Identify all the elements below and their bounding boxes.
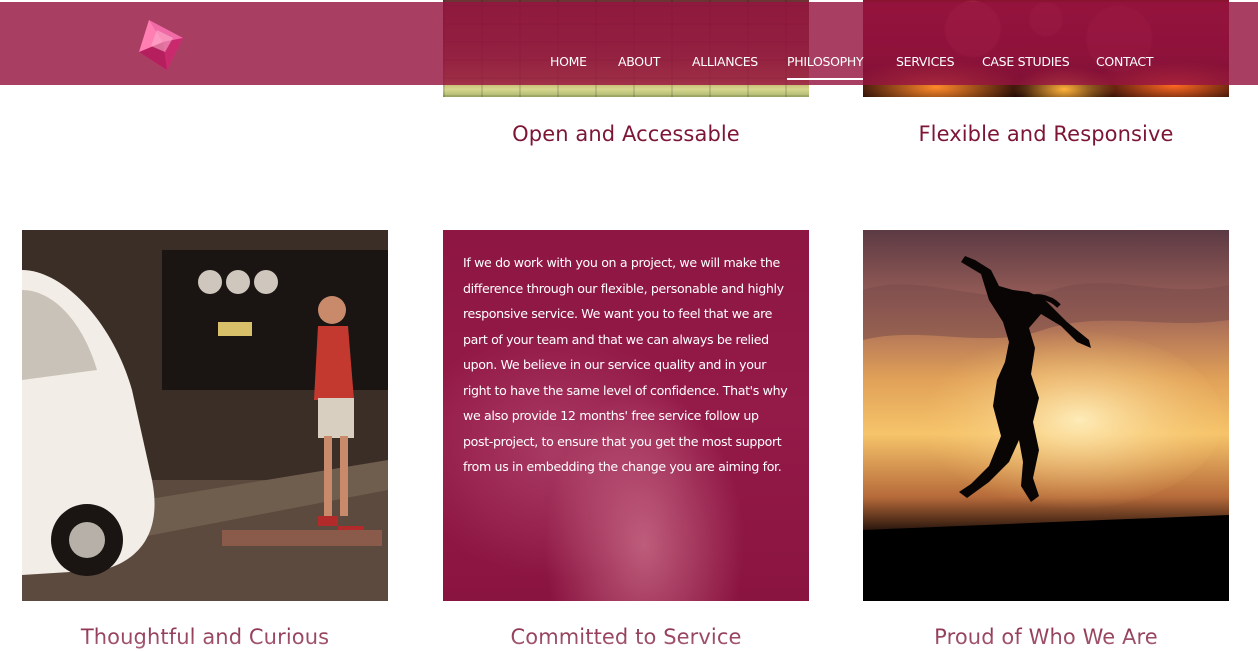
nav-home[interactable]: HOME (550, 54, 587, 69)
value-title-committed: Committed to Service (510, 625, 742, 649)
committed-service-description: If we do work with you on a project, we … (463, 255, 788, 474)
proud-who-we-are-image (863, 230, 1229, 601)
committed-service-card: If we do work with you on a project, we … (443, 230, 809, 601)
jumping-silhouette-photo (863, 230, 1229, 601)
nav-contact[interactable]: CONTACT (1096, 54, 1153, 69)
logo[interactable] (135, 16, 191, 72)
nav-services[interactable]: SERVICES (896, 54, 955, 69)
value-title-open: Open and Accessable (512, 122, 740, 146)
value-title-thoughtful: Thoughtful and Curious (80, 625, 330, 649)
pink-gem-logo-icon (139, 20, 183, 70)
page: Open and Accessable Flexible and Respons… (0, 0, 1258, 652)
nav-about[interactable]: ABOUT (618, 54, 660, 69)
boy-and-car-photo (22, 230, 388, 601)
nav-alliances[interactable]: ALLIANCES (692, 54, 758, 69)
nav-philosophy[interactable]: PHILOSOPHY (787, 54, 864, 80)
site-header: HOME ABOUT ALLIANCES PHILOSOPHY SERVICES… (0, 2, 1258, 85)
thoughtful-curious-image (22, 230, 388, 601)
value-title-proud: Proud of Who We Are (934, 625, 1158, 649)
nav-case-studies[interactable]: CASE STUDIES (982, 54, 1070, 69)
value-title-flexible: Flexible and Responsive (918, 122, 1174, 146)
